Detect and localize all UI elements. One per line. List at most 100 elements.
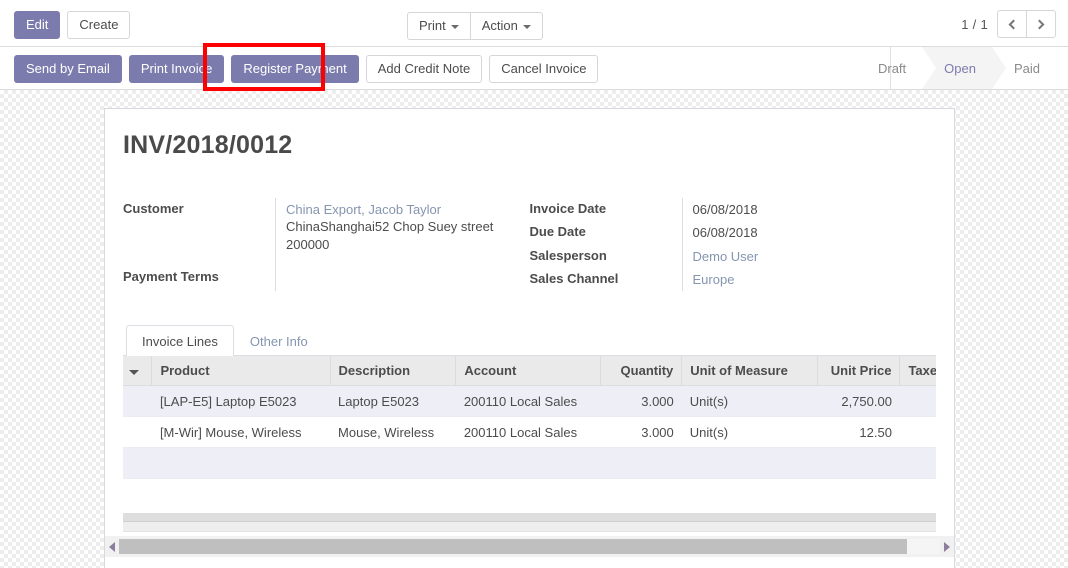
field-due-date-label: Due Date (529, 224, 586, 240)
row-handle[interactable] (123, 385, 152, 418)
print-dropdown-button[interactable]: Print (407, 12, 471, 40)
field-salesperson-value[interactable]: Demo User (681, 244, 937, 268)
chevron-left-icon (1008, 19, 1019, 29)
column-quantity[interactable]: Quantity (600, 356, 683, 387)
control-panel-left-buttons: Edit Create (14, 11, 131, 39)
cell-taxes (899, 416, 936, 449)
row-handle[interactable] (123, 416, 152, 449)
add-credit-note-button[interactable]: Add Credit Note (365, 55, 483, 83)
control-panel-dropdowns: Print Action (407, 12, 543, 40)
scroll-left-button[interactable] (105, 536, 119, 557)
customer-address-line1: ChinaShanghai52 Chop Suey street (286, 219, 494, 235)
cell-description: Mouse, Wireless (330, 416, 456, 449)
table-empty-row[interactable] (123, 447, 936, 480)
totals-band-bottom (123, 522, 936, 533)
create-button[interactable]: Create (67, 11, 131, 39)
notebook: Invoice Lines Other Info Product Descrip… (123, 325, 936, 533)
statusbar-stages: Draft Open Paid (856, 47, 1056, 89)
totals-band-top (123, 513, 936, 523)
horizontal-scrollbar[interactable] (104, 536, 955, 557)
cell-description: Laptop E5023 (330, 385, 456, 418)
send-by-email-button[interactable]: Send by Email (14, 55, 122, 83)
pager-count: 1 / 1 (961, 16, 988, 32)
field-customer-value[interactable]: China Export, Jacob Taylor ChinaShanghai… (275, 198, 512, 266)
page-title: INV/2018/0012 (123, 131, 293, 159)
table-header-row: Product Description Account Quantity Uni… (123, 356, 936, 387)
invoice-lines-table-wrapper: Product Description Account Quantity Uni… (123, 356, 936, 480)
field-invoice-date-label: Invoice Date (529, 201, 607, 216)
empty-cell (151, 447, 936, 480)
column-product[interactable]: Product (151, 356, 331, 387)
field-due-date-value[interactable]: 06/08/2018 (681, 221, 937, 245)
cell-product: [M-Wir] Mouse, Wireless (151, 416, 331, 449)
column-unit-of-measure[interactable]: Unit of Measure (681, 356, 819, 387)
invoice-sheet: INV/2018/0012 Customer China Export, Jac… (104, 108, 955, 568)
cell-account: 200110 Local Sales (455, 416, 601, 449)
row-handle-header[interactable] (123, 356, 153, 387)
pager-next-button[interactable] (1026, 10, 1056, 38)
scroll-right-button[interactable] (940, 536, 954, 557)
cell-unit-price: 2,750.00 (817, 385, 900, 418)
tab-other-info[interactable]: Other Info (234, 325, 324, 356)
action-label: Action (481, 18, 518, 33)
table-row[interactable]: [LAP-E5] Laptop E5023 Laptop E5023 20011… (123, 385, 936, 418)
pager: 1 / 1 (961, 10, 1056, 38)
customer-link[interactable]: China Export, Jacob Taylor (286, 202, 441, 217)
edit-button[interactable]: Edit (14, 11, 61, 39)
pager-buttons (997, 10, 1056, 38)
tab-invoice-lines[interactable]: Invoice Lines (126, 325, 234, 357)
footer-gap (123, 479, 936, 490)
stage-open[interactable]: Open (922, 47, 1006, 89)
field-salesperson-label: Salesperson (529, 247, 607, 263)
cancel-invoice-button[interactable]: Cancel Invoice (489, 55, 599, 83)
cell-product: [LAP-E5] Laptop E5023 (151, 385, 331, 418)
field-customer: Customer China Export, Jacob Taylor Chin… (123, 198, 512, 266)
status-bar: Send by Email Print Invoice Register Pay… (0, 47, 1068, 90)
stage-draft[interactable]: Draft (856, 47, 922, 89)
column-taxes[interactable]: Taxes (899, 356, 936, 387)
scrollbar-thumb[interactable] (119, 539, 908, 554)
register-payment-button[interactable]: Register Payment (231, 55, 359, 83)
column-description[interactable]: Description (330, 356, 457, 387)
field-salesperson: Salesperson Demo User (529, 244, 937, 268)
field-invoice-date-value[interactable]: 06/08/2018 (681, 198, 937, 222)
field-payment-terms-label: Payment Terms (123, 269, 219, 284)
field-customer-label: Customer (123, 201, 184, 216)
cell-quantity: 3.000 (600, 416, 682, 449)
table-row[interactable]: [M-Wir] Mouse, Wireless Mouse, Wireless … (123, 416, 936, 449)
field-payment-terms: Payment Terms (123, 266, 512, 292)
cell-unit-price: 12.50 (817, 416, 900, 449)
cell-uom: Unit(s) (681, 385, 818, 418)
triangle-left-icon (109, 541, 115, 552)
print-label: Print (419, 18, 446, 33)
cell-taxes (899, 385, 936, 418)
row-handle (123, 447, 152, 480)
action-dropdown-button[interactable]: Action (469, 12, 543, 40)
column-unit-price[interactable]: Unit Price (817, 356, 901, 387)
sort-caret-icon (129, 370, 139, 376)
field-payment-terms-value[interactable] (275, 266, 512, 292)
column-account[interactable]: Account (455, 356, 602, 387)
field-groups: Customer China Export, Jacob Taylor Chin… (123, 198, 937, 292)
pager-previous-button[interactable] (997, 10, 1027, 38)
cell-uom: Unit(s) (681, 416, 818, 449)
chevron-down-icon (522, 24, 531, 29)
field-due-date: Due Date 06/08/2018 (529, 221, 937, 245)
cell-quantity: 3.000 (600, 385, 682, 418)
customer-address-line2: 200000 (286, 236, 330, 252)
field-group-right: Invoice Date 06/08/2018 Due Date 06/08/2… (529, 198, 937, 292)
invoice-lines-table: Product Description Account Quantity Uni… (123, 356, 936, 480)
chevron-right-icon (1034, 19, 1045, 29)
field-invoice-date: Invoice Date 06/08/2018 (529, 198, 937, 222)
field-sales-channel: Sales Channel Europe (529, 267, 937, 292)
field-group-left: Customer China Export, Jacob Taylor Chin… (123, 198, 530, 292)
scrollbar-track[interactable] (119, 539, 940, 554)
control-panel: Edit Create Print Action 1 / 1 (0, 0, 1068, 47)
print-invoice-button[interactable]: Print Invoice (128, 55, 225, 83)
field-sales-channel-label: Sales Channel (529, 270, 619, 286)
workflow-buttons: Send by Email Print Invoice Register Pay… (14, 55, 599, 83)
triangle-right-icon (944, 541, 950, 552)
scrollbar-base (104, 557, 955, 568)
field-sales-channel-value[interactable]: Europe (681, 267, 937, 292)
print-action-group: Print Action (407, 12, 543, 40)
